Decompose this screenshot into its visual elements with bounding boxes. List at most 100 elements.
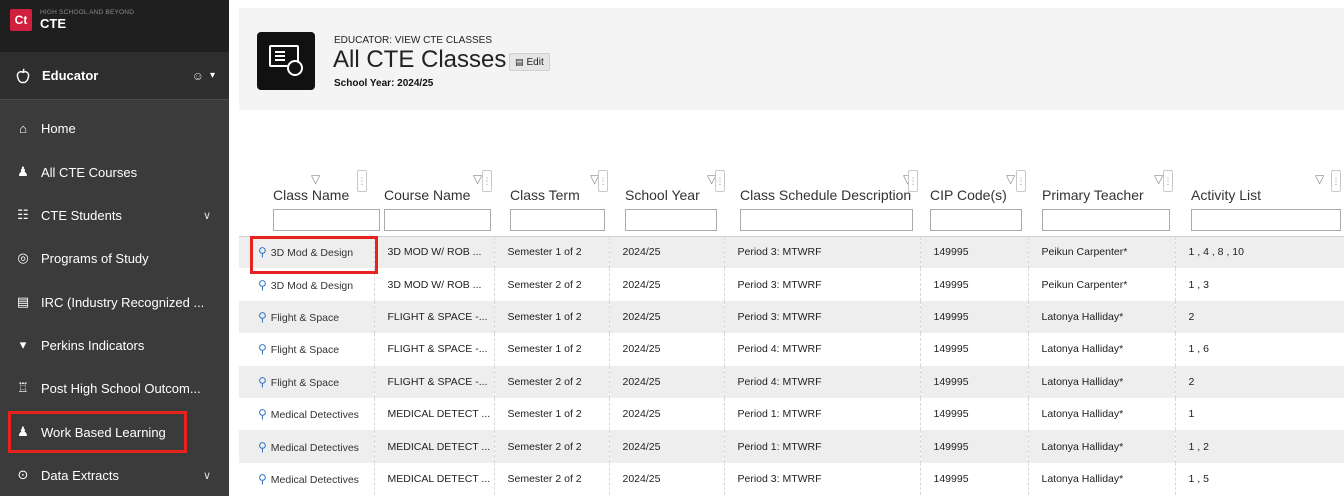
cte-logo-icon: Ct [10,9,32,31]
column-label: Class Schedule Description [740,187,912,203]
class-name-cell[interactable]: ⚲ Flight & Space [239,365,374,398]
search-icon[interactable]: ⚲ [258,407,267,421]
sidebar-item-all-cte-courses[interactable]: ♟ All CTE Courses [0,157,229,187]
column-header-class-name[interactable]: ▽ ⋮ Class Name [239,158,380,237]
class-name-link[interactable]: Flight & Space [271,344,339,356]
brand-title: CTE [40,16,66,31]
sidebar: Ct HIGH SCHOOL AND BEYOND CTE Educator ☺… [0,0,229,496]
sidebar-item-cte-students[interactable]: ☷ CTE Students ∨ [0,200,229,230]
certificate-icon: ▤ [16,294,30,309]
sidebar-item-irc[interactable]: ▤ IRC (Industry Recognized ... [0,287,229,317]
class-name-link[interactable]: Flight & Space [271,312,339,324]
schedule-cell: Period 3: MTWRF [723,300,920,334]
column-menu-icon[interactable]: ⋮ [482,170,492,192]
students-icon: ☷ [17,207,29,222]
activity-list-cell: 1 , 2 [1174,430,1344,463]
class-name-link[interactable]: Flight & Space [271,377,339,389]
table-row[interactable]: ⚲ Medical Detectives MEDICAL DETECT ... S… [239,397,1344,431]
class-name-link[interactable]: 3D Mod & Design [271,280,353,292]
table-row[interactable]: ⚲ Flight & Space FLIGHT & SPACE -... Seme… [239,300,1344,334]
filter-icon[interactable]: ▽ [1315,172,1324,186]
class-name-cell[interactable]: ⚲ Medical Detectives [239,430,374,463]
table-row[interactable]: ⚲ 3D Mod & Design 3D MOD W/ ROB ... Semes… [239,236,1344,269]
user-icon[interactable]: ☺ [192,69,204,83]
class-name-cell[interactable]: ⚲ Flight & Space [239,300,374,334]
primary-teacher-filter-input[interactable] [1042,209,1170,231]
class-term-cell: Semester 1 of 2 [493,236,609,269]
filter-icon[interactable]: ▽ [311,172,320,186]
class-name-filter-input[interactable] [273,209,380,231]
brand-header[interactable]: Ct HIGH SCHOOL AND BEYOND CTE [0,0,229,52]
table-row[interactable]: ⚲ Flight & Space FLIGHT & SPACE -... Seme… [239,333,1344,366]
sidebar-item-perkins-indicators[interactable]: ▾ Perkins Indicators [0,330,229,360]
class-term-cell: Semester 1 of 2 [493,397,609,431]
class-name-cell[interactable]: ⚲ Medical Detectives [239,463,374,495]
column-header-course-name[interactable]: ▽ ⋮ Course Name [374,158,494,237]
teacher-cell: Latonya Halliday* [1027,300,1175,334]
table-row[interactable]: ⚲ 3D Mod & Design 3D MOD W/ ROB ... Semes… [239,268,1344,301]
schedule-cell: Period 1: MTWRF [723,430,920,463]
highlight-box [250,236,378,274]
course-name-cell: MEDICAL DETECT ... [373,397,494,431]
school-year-filter-input[interactable] [625,209,717,231]
course-name-filter-input[interactable] [384,209,491,231]
search-icon[interactable]: ⚲ [258,440,267,454]
column-header-primary-teacher[interactable]: ▽ ⋮ Primary Teacher [1028,158,1175,237]
caret-down-icon[interactable]: ▾ [210,70,215,81]
filter-icon[interactable]: ▽ [1154,172,1163,186]
sidebar-item-programs-of-study[interactable]: ◎ Programs of Study [0,243,229,273]
activity-list-filter-input[interactable] [1191,209,1341,231]
cip-code-cell: 149995 [919,236,1028,269]
column-header-school-year[interactable]: ▽ ⋮ School Year [609,158,725,237]
teacher-cell: Latonya Halliday* [1027,430,1175,463]
sidebar-item-label: Post High School Outcom... [41,380,201,396]
class-term-filter-input[interactable] [510,209,605,231]
search-icon[interactable]: ⚲ [258,472,267,486]
column-header-class-schedule-description[interactable]: ▽ ⋮ Class Schedule Description [724,158,920,237]
column-header-activity-list[interactable]: ▽ ⋮ Activity List [1175,158,1344,237]
sidebar-item-home[interactable]: ⌂ Home [0,113,229,143]
column-header-cip-codes[interactable]: ▽ ⋮ CIP Code(s) [920,158,1028,237]
course-name-cell: FLIGHT & SPACE -... [373,300,494,334]
page-header: EDUCATOR: VIEW CTE CLASSES All CTE Class… [239,8,1344,110]
column-menu-icon[interactable]: ⋮ [1163,170,1173,192]
role-label: Educator [42,68,99,83]
cip-code-cell: 149995 [919,300,1028,334]
class-name-cell[interactable]: ⚲ Medical Detectives [239,398,374,430]
school-year-cell: 2024/25 [608,236,724,269]
search-icon[interactable]: ⚲ [258,310,267,324]
class-term-cell: Semester 1 of 2 [493,333,609,366]
table-row[interactable]: ⚲ Medical Detectives MEDICAL DETECT ... S… [239,462,1344,496]
class-name-cell[interactable]: ⚲ Flight & Space [239,333,374,365]
activity-list-cell: 1 , 3 [1174,268,1344,301]
class-name-link[interactable]: Medical Detectives [271,409,359,421]
class-schedule-filter-input[interactable] [740,209,913,231]
column-header-class-term[interactable]: ▽ ⋮ Class Term [494,158,609,237]
class-name-link[interactable]: Medical Detectives [271,474,359,486]
role-switcher[interactable]: Educator ☺ ▾ [0,52,229,100]
column-menu-icon[interactable]: ⋮ [357,170,367,192]
table-row[interactable]: ⚲ Flight & Space FLIGHT & SPACE -... Seme… [239,365,1344,398]
cip-code-filter-input[interactable] [930,209,1022,231]
search-icon[interactable]: ⚲ [258,342,267,356]
filter-icon[interactable]: ▽ [473,172,482,186]
column-menu-icon[interactable]: ⋮ [1331,170,1341,192]
class-name-link[interactable]: Medical Detectives [271,442,359,454]
filter-icon[interactable]: ▽ [1006,172,1015,186]
sidebar-item-data-extracts[interactable]: ⊙ Data Extracts ∨ [0,460,229,490]
class-term-cell: Semester 2 of 2 [493,462,609,496]
column-menu-icon[interactable]: ⋮ [598,170,608,192]
column-menu-icon[interactable]: ⋮ [1016,170,1026,192]
search-icon[interactable]: ⚲ [258,278,267,292]
class-term-cell: Semester 2 of 2 [493,365,609,398]
edit-button[interactable]: ▤ Edit [509,53,550,71]
edit-icon: ▤ [515,56,524,67]
cip-code-cell: 149995 [919,430,1028,463]
chevron-down-icon[interactable]: ∨ [203,469,211,482]
course-name-cell: FLIGHT & SPACE -... [373,365,494,398]
search-icon[interactable]: ⚲ [258,375,267,389]
sidebar-item-post-high-school-outcomes[interactable]: ♖ Post High School Outcom... [0,373,229,403]
chevron-down-icon[interactable]: ∨ [203,209,211,222]
graduation-cap-icon: ♖ [17,380,29,395]
table-row[interactable]: ⚲ Medical Detectives MEDICAL DETECT ... S… [239,430,1344,463]
